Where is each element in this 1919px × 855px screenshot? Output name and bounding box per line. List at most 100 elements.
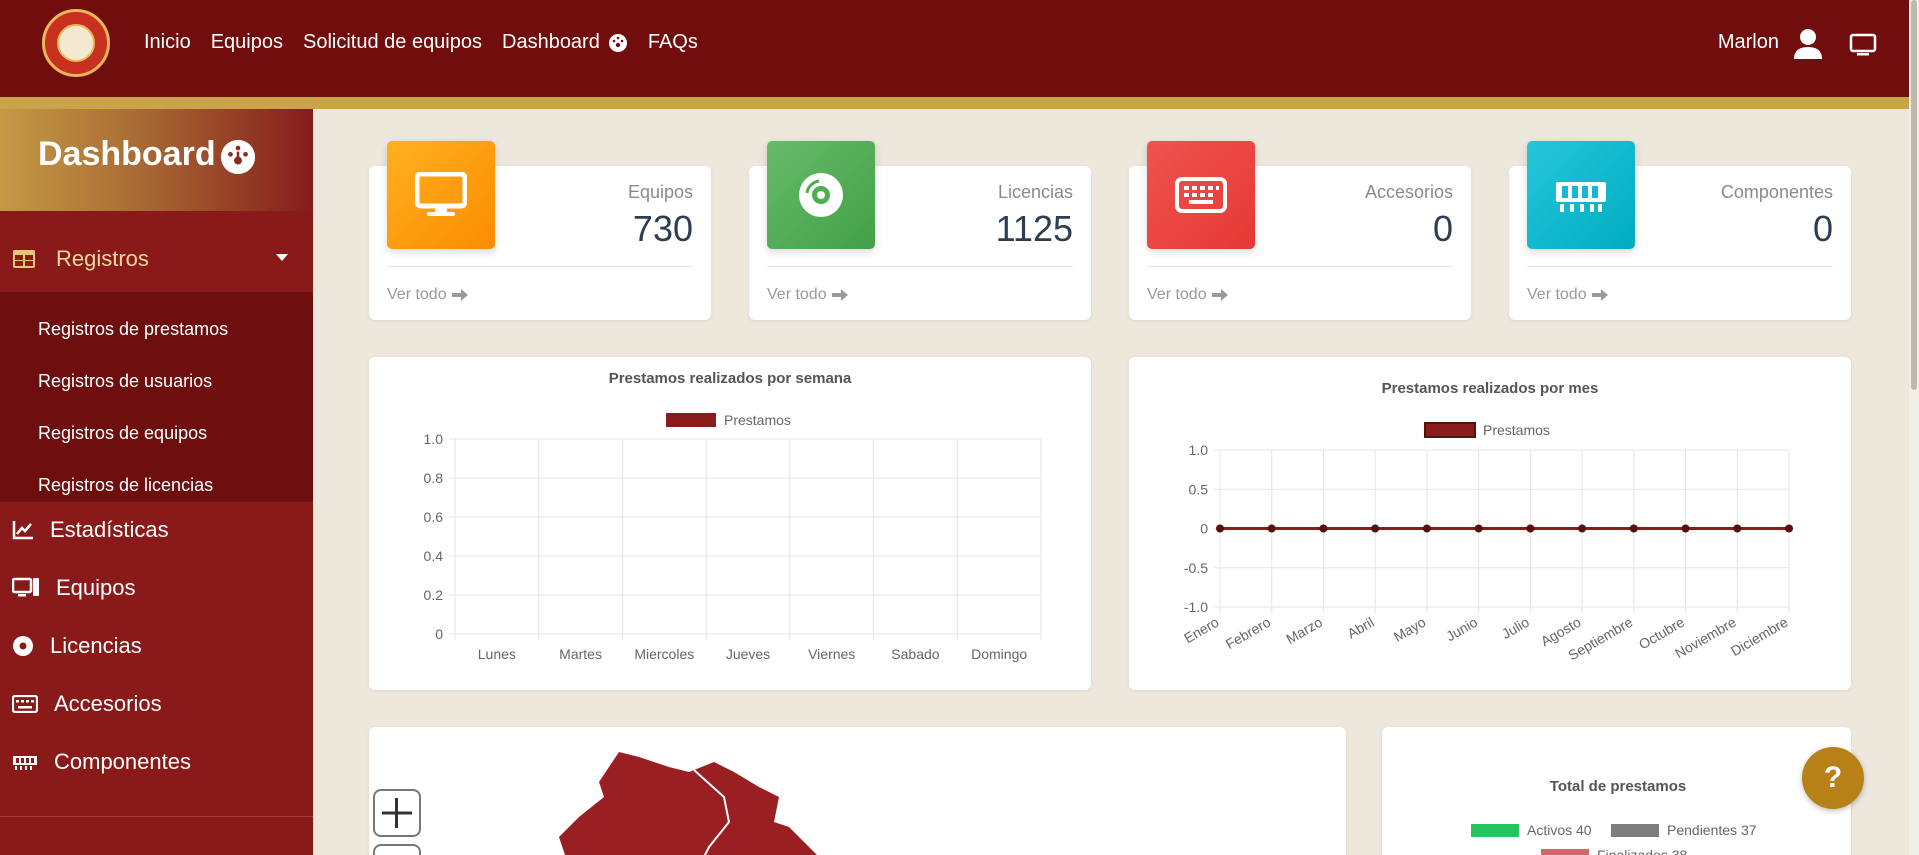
- y-tick-label: 0.8: [424, 470, 444, 486]
- x-tick-label: Junio: [1443, 614, 1480, 645]
- arrow-right-icon: [831, 289, 848, 301]
- sidebar-item-accesorios[interactable]: Accesorios: [12, 691, 162, 717]
- memory-icon: [1556, 182, 1606, 212]
- y-tick-label: 0: [435, 626, 443, 642]
- top-navbar: Inicio Equipos Solicitud de equipos Dash…: [0, 0, 1919, 97]
- stat-divider: [767, 266, 1073, 267]
- chart-card-monthly: Prestamos realizados por mes Prestamos 1.0…: [1129, 357, 1851, 690]
- legend-label: Prestamos: [1483, 422, 1550, 438]
- region-map[interactable]: [369, 727, 1346, 855]
- arrow-right-icon: [451, 289, 468, 301]
- sidebar-divider: [0, 816, 313, 817]
- nav-solicitud[interactable]: Solicitud de equipos: [303, 31, 482, 54]
- nav-dashboard-label: Dashboard: [502, 31, 600, 53]
- weekly-bar-chart: Prestamos realizados por semana Prestamos…: [424, 370, 1042, 662]
- line-chart-icon: [12, 521, 33, 540]
- user-icon[interactable]: [1793, 28, 1823, 60]
- x-tick-label: Abril: [1344, 614, 1376, 642]
- nav-equipos[interactable]: Equipos: [211, 31, 283, 54]
- stat-card-licencias: Licencias 1125 Ver todo: [749, 141, 1091, 320]
- sidebar-subitem-prestamos[interactable]: Registros de prestamos: [38, 319, 228, 340]
- x-tick-label: Enero: [1181, 614, 1222, 647]
- keyboard-icon: [12, 695, 38, 713]
- sidebar-subitem-licencias[interactable]: Registros de licencias: [38, 475, 213, 496]
- stat-value: 1125: [995, 208, 1073, 249]
- page-scrollbar[interactable]: [1909, 0, 1919, 855]
- stat-label: Equipos: [627, 182, 693, 202]
- sidebar-title: Dashboard: [38, 135, 216, 173]
- stat-label: Componentes: [1720, 182, 1833, 202]
- data-point: [1681, 524, 1690, 533]
- y-tick-label: -1.0: [1184, 599, 1208, 615]
- data-point: [1371, 524, 1380, 533]
- stat-badge: [1147, 141, 1255, 249]
- stat-value: 730: [632, 208, 693, 249]
- sidebar-subitem-usuarios[interactable]: Registros de usuarios: [38, 371, 212, 392]
- table-icon: [13, 250, 35, 268]
- desktop-icon: [12, 577, 39, 597]
- legend-swatch: [666, 413, 716, 427]
- zoom-out-button[interactable]: [373, 844, 421, 855]
- university-logo[interactable]: [42, 9, 110, 77]
- sidebar-subitem-equipos[interactable]: Registros de equipos: [38, 423, 207, 444]
- sidebar-item-estadisticas[interactable]: Estadísticas: [12, 517, 169, 543]
- stat-badge: [1527, 141, 1635, 249]
- stat-value: 0: [1812, 208, 1833, 249]
- caret-down-icon[interactable]: [276, 254, 288, 262]
- help-button[interactable]: ?: [1802, 747, 1864, 809]
- header-accent-bar: [0, 97, 1919, 109]
- view-all-link[interactable]: Ver todo: [1527, 286, 1608, 304]
- sidebar-item-componentes[interactable]: Componentes: [12, 749, 191, 775]
- monthly-line-chart: Prestamos realizados por mes Prestamos 1.0…: [1181, 380, 1793, 663]
- sidebar-item-licencias[interactable]: Licencias: [12, 633, 142, 659]
- map-card: [369, 727, 1346, 855]
- data-point: [1629, 524, 1638, 533]
- stat-label: Accesorios: [1364, 182, 1453, 202]
- legend-swatch-finalizados: [1541, 849, 1589, 855]
- zoom-in-button[interactable]: [373, 789, 421, 837]
- sidebar-submenu: Registros de prestamos Registros de usua…: [0, 292, 313, 502]
- pie-card: Total de prestamos Activos 40 Pendientes…: [1382, 727, 1851, 855]
- view-all-label: Ver todo: [387, 286, 447, 303]
- chart-title: Prestamos realizados por mes: [1382, 380, 1599, 397]
- data-point: [1422, 524, 1431, 533]
- x-tick-label: Marzo: [1283, 614, 1325, 647]
- pie-title: Total de prestamos: [1550, 778, 1686, 795]
- view-all-link[interactable]: Ver todo: [767, 286, 848, 304]
- data-point: [1474, 524, 1483, 533]
- x-tick-label: Sabado: [891, 646, 939, 662]
- sidebar-registros-label: Registros: [56, 246, 149, 271]
- stat-value: 0: [1432, 208, 1453, 249]
- disc-icon: [799, 173, 843, 217]
- y-tick-label: 0: [1200, 521, 1208, 537]
- x-tick-label: Viernes: [808, 646, 855, 662]
- y-tick-label: 0.4: [424, 548, 444, 564]
- x-tick-label: Martes: [559, 646, 602, 662]
- disc-icon: [13, 636, 33, 656]
- view-all-link[interactable]: Ver todo: [387, 286, 468, 304]
- gauge-icon: [220, 139, 256, 175]
- memory-icon: [13, 756, 37, 770]
- x-tick-label: Febrero: [1223, 614, 1274, 652]
- y-tick-label: 0.5: [1189, 481, 1209, 497]
- user-name[interactable]: Marlon: [1718, 31, 1779, 54]
- stat-card-equipos: Equipos 730 Ver todo: [369, 141, 711, 320]
- desktop-icon[interactable]: [1849, 33, 1877, 57]
- sidebar-item-label: Accesorios: [54, 691, 162, 716]
- arrow-right-icon: [1211, 289, 1228, 301]
- view-all-link[interactable]: Ver todo: [1147, 286, 1228, 304]
- nav-inicio[interactable]: Inicio: [144, 31, 191, 54]
- stat-divider: [1147, 266, 1453, 267]
- nav-faqs[interactable]: FAQs: [648, 31, 698, 54]
- scrollbar-thumb[interactable]: [1911, 0, 1917, 390]
- nav-links: Inicio Equipos Solicitud de equipos Dash…: [144, 31, 718, 54]
- y-tick-label: 0.2: [424, 587, 444, 603]
- sidebar-item-equipos[interactable]: Equipos: [12, 575, 136, 601]
- legend-activos: Activos 40: [1527, 822, 1592, 838]
- nav-dashboard[interactable]: Dashboard: [502, 31, 628, 54]
- view-all-label: Ver todo: [1527, 286, 1587, 303]
- keyboard-icon: [1175, 177, 1227, 213]
- data-point: [1578, 524, 1587, 533]
- data-point: [1216, 524, 1224, 533]
- sidebar-item-registros[interactable]: Registros: [0, 234, 313, 284]
